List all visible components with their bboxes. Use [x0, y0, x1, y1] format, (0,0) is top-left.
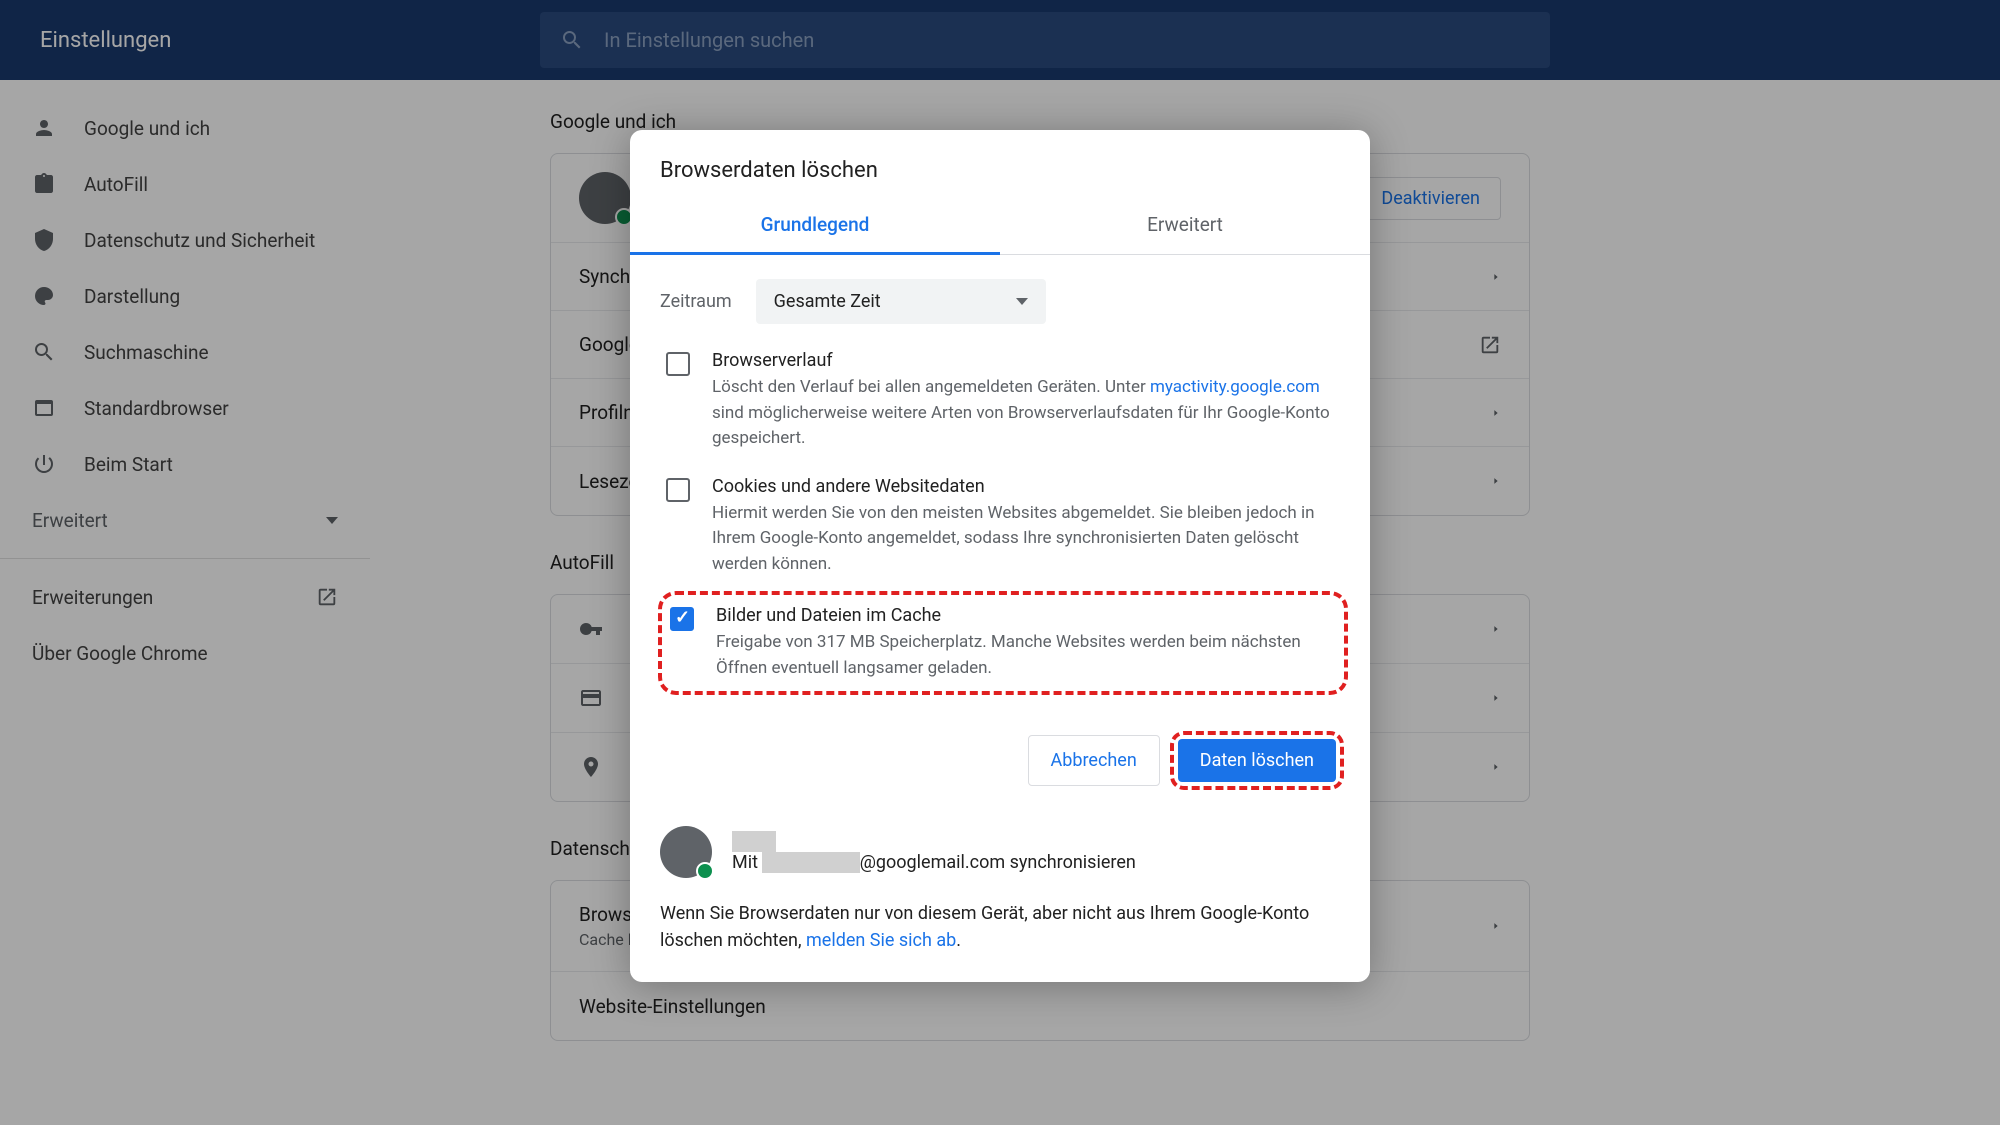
highlight-annotation: Daten löschen — [1170, 731, 1344, 790]
checkbox-history[interactable] — [666, 352, 690, 376]
check-description: Hiermit werden Sie von den meisten Websi… — [712, 501, 1340, 578]
cancel-button[interactable]: Abbrechen — [1028, 735, 1160, 786]
check-title: Cookies und andere Websitedaten — [712, 476, 1340, 497]
avatar — [660, 826, 712, 878]
dialog-title: Browserdaten löschen — [630, 158, 1370, 195]
account-info: xxxx Mit xxxxxxxxxx@googlemail.com synch… — [660, 826, 1340, 878]
tab-advanced[interactable]: Erweitert — [1000, 195, 1370, 254]
check-title: Browserverlauf — [712, 350, 1340, 371]
account-sync-text: Mit xxxxxxxxxx@googlemail.com synchronis… — [732, 852, 1136, 873]
clear-data-dialog: Browserdaten löschen Grundlegend Erweite… — [630, 130, 1370, 982]
chevron-down-icon — [1016, 298, 1028, 305]
dialog-footer: xxxx Mit xxxxxxxxxx@googlemail.com synch… — [630, 808, 1370, 982]
time-range-row: Zeitraum Gesamte Zeit — [660, 279, 1340, 324]
check-item-cookies: Cookies und andere Websitedaten Hiermit … — [660, 476, 1340, 578]
check-description: Freigabe von 317 MB Speicherplatz. Manch… — [716, 630, 1336, 681]
dialog-tabs: Grundlegend Erweitert — [630, 195, 1370, 255]
highlight-annotation: Bilder und Dateien im Cache Freigabe von… — [658, 591, 1348, 695]
footer-note: Wenn Sie Browserdaten nur von diesem Ger… — [660, 900, 1340, 954]
account-name: xxxx — [732, 831, 1136, 852]
myactivity-link[interactable]: myactivity.google.com — [1150, 377, 1320, 397]
modal-overlay: Browserdaten löschen Grundlegend Erweite… — [0, 0, 2000, 1125]
check-description: Löscht den Verlauf bei allen angemeldete… — [712, 375, 1340, 452]
sync-badge-icon — [696, 862, 714, 880]
time-range-label: Zeitraum — [660, 291, 732, 312]
sign-out-link[interactable]: melden Sie sich ab — [806, 930, 956, 951]
tab-basic[interactable]: Grundlegend — [630, 195, 1000, 254]
check-item-history: Browserverlauf Löscht den Verlauf bei al… — [660, 350, 1340, 452]
dialog-actions: Abbrechen Daten löschen — [630, 725, 1370, 808]
check-item-cache: Bilder und Dateien im Cache Freigabe von… — [664, 605, 1336, 681]
clear-data-button[interactable]: Daten löschen — [1178, 739, 1336, 782]
time-range-select[interactable]: Gesamte Zeit — [756, 279, 1046, 324]
check-title: Bilder und Dateien im Cache — [716, 605, 1336, 626]
checkbox-cache[interactable] — [670, 607, 694, 631]
checkbox-cookies[interactable] — [666, 478, 690, 502]
